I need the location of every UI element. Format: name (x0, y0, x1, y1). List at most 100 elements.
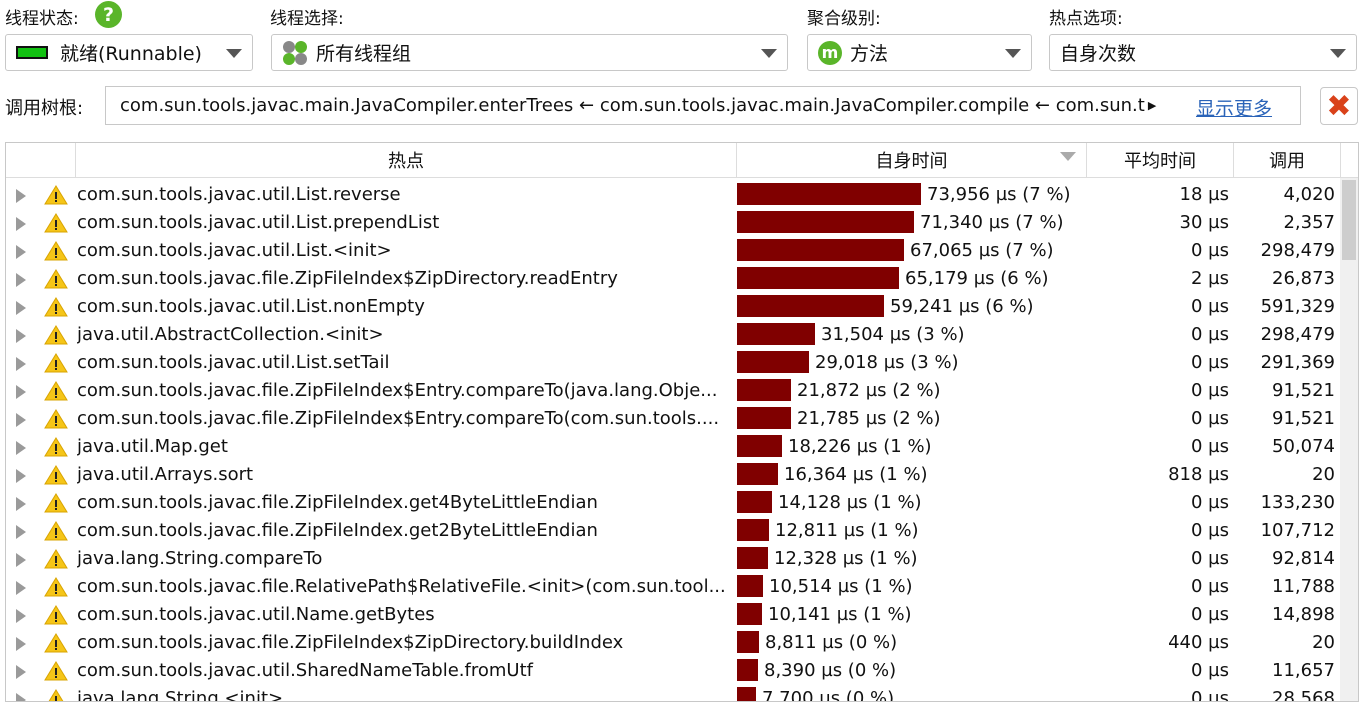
expand-icon[interactable] (16, 469, 26, 483)
table-row[interactable]: java.util.Arrays.sort 16,364 µs (1 %) 81… (6, 461, 1341, 489)
scrollbar-thumb[interactable] (1342, 180, 1356, 260)
table-row[interactable]: java.util.Map.get 18,226 µs (1 %) 0 µs 5… (6, 433, 1341, 461)
column-header-calls[interactable]: 调用 (1234, 143, 1341, 178)
avg-time-value: 0 µs (1190, 352, 1229, 373)
expand-icon[interactable] (16, 357, 26, 371)
table-row[interactable]: com.sun.tools.javac.file.ZipFileIndex$Zi… (6, 265, 1341, 293)
table-row[interactable]: com.sun.tools.javac.util.List.reverse 73… (6, 181, 1341, 209)
table-row[interactable]: com.sun.tools.javac.file.ZipFileIndex$Zi… (6, 629, 1341, 657)
header-corner (1341, 143, 1358, 178)
expand-icon[interactable] (16, 665, 26, 679)
self-time-bar (737, 183, 921, 205)
column-header-avg-time[interactable]: 平均时间 (1087, 143, 1234, 178)
chevron-down-icon (761, 49, 777, 58)
avg-time-value: 30 µs (1179, 212, 1229, 233)
expand-icon[interactable] (16, 301, 26, 315)
table-row[interactable]: com.sun.tools.javac.file.ZipFileIndex.ge… (6, 489, 1341, 517)
expand-column-header (6, 143, 76, 178)
table-row[interactable]: com.sun.tools.javac.file.ZipFileIndex$En… (6, 377, 1341, 405)
self-time-value: 73,956 µs (7 %) (927, 184, 1071, 205)
expand-icon[interactable] (16, 497, 26, 511)
self-time-value: 31,504 µs (3 %) (821, 324, 965, 345)
call-tree-root-value: com.sun.tools.javac.main.JavaCompiler.en… (120, 95, 1145, 116)
table-row[interactable]: com.sun.tools.javac.file.RelativePath$Re… (6, 573, 1341, 601)
calls-value: 14,898 (1272, 604, 1335, 625)
avg-time-value: 0 µs (1190, 240, 1229, 261)
help-icon[interactable]: ? (95, 1, 122, 28)
column-header-hotspot[interactable]: 热点 (76, 143, 737, 178)
table-row[interactable]: com.sun.tools.javac.util.Name.getBytes 1… (6, 601, 1341, 629)
expand-icon[interactable] (16, 693, 26, 701)
thread-state-select[interactable]: 就绪(Runnable) (5, 34, 253, 71)
table-row[interactable]: java.lang.String.compareTo 12,328 µs (1 … (6, 545, 1341, 573)
expand-icon[interactable] (16, 217, 26, 231)
expand-icon[interactable] (16, 413, 26, 427)
self-time-bar (737, 603, 762, 625)
warning-icon (44, 549, 68, 569)
calls-value: 20 (1312, 464, 1335, 485)
method-name: com.sun.tools.javac.util.List.<init> (77, 240, 392, 261)
table-row[interactable]: com.sun.tools.javac.util.List.prependLis… (6, 209, 1341, 237)
vertical-scrollbar[interactable] (1340, 178, 1358, 701)
expand-icon[interactable] (16, 609, 26, 623)
close-icon: ✖ (1326, 88, 1352, 124)
table-row[interactable]: com.sun.tools.javac.file.ZipFileIndex$En… (6, 405, 1341, 433)
self-time-header-label: 自身时间 (875, 151, 948, 172)
self-time-bar (737, 323, 815, 345)
self-time-value: 59,241 µs (6 %) (890, 296, 1034, 317)
self-time-value: 8,811 µs (0 %) (765, 632, 898, 653)
expand-icon[interactable] (16, 553, 26, 567)
table-row[interactable]: java.util.AbstractCollection.<init> 31,5… (6, 321, 1341, 349)
method-name: com.sun.tools.javac.file.ZipFileIndex.ge… (77, 520, 598, 541)
column-header-self-time[interactable]: 自身时间 (737, 143, 1087, 178)
calls-value: 91,521 (1272, 380, 1335, 401)
warning-icon (44, 353, 68, 373)
table-row[interactable]: java.lang.String.<init> 7,700 µs (0 %) 0… (6, 685, 1341, 701)
avg-time-value: 2 µs (1190, 268, 1229, 289)
self-time-bar (737, 267, 899, 289)
thread-select[interactable]: 所有线程组 (271, 34, 788, 71)
aggregation-select[interactable]: m 方法 (807, 34, 1032, 71)
remove-root-button[interactable]: ✖ (1320, 87, 1358, 125)
warning-icon (44, 633, 68, 653)
warning-icon (44, 521, 68, 541)
expand-icon[interactable] (16, 329, 26, 343)
aggregation-label: 聚合级别: (807, 9, 881, 29)
thread-select-value: 所有线程组 (316, 43, 412, 65)
table-row[interactable]: com.sun.tools.javac.file.ZipFileIndex.ge… (6, 517, 1341, 545)
expand-icon[interactable] (16, 441, 26, 455)
chevron-down-icon (1005, 49, 1021, 58)
calls-value: 298,479 (1260, 240, 1335, 261)
show-more-link[interactable]: 显示更多 (1196, 94, 1272, 121)
self-time-bar (737, 211, 914, 233)
expand-icon[interactable] (16, 273, 26, 287)
table-row[interactable]: com.sun.tools.javac.util.List.<init> 67,… (6, 237, 1341, 265)
expand-icon[interactable] (16, 525, 26, 539)
hotspot-option-select[interactable]: 自身次数 (1049, 34, 1357, 71)
call-tree-root-label: 调用树根: (5, 98, 84, 119)
table-row[interactable]: com.sun.tools.javac.util.List.nonEmpty 5… (6, 293, 1341, 321)
table-row[interactable]: com.sun.tools.javac.util.List.setTail 29… (6, 349, 1341, 377)
expand-icon[interactable] (16, 581, 26, 595)
chevron-down-icon (1330, 49, 1346, 58)
expand-icon[interactable] (16, 189, 26, 203)
method-name: com.sun.tools.javac.file.RelativePath$Re… (77, 576, 726, 597)
table-row[interactable]: com.sun.tools.javac.util.SharedNameTable… (6, 657, 1341, 685)
thread-select-label: 线程选择: (270, 9, 344, 29)
calls-value: 20 (1312, 632, 1335, 653)
expand-icon[interactable] (16, 637, 26, 651)
expand-icon[interactable] (16, 245, 26, 259)
expand-icon[interactable] (16, 385, 26, 399)
self-time-bar (737, 631, 759, 653)
thread-state-label: 线程状态: (5, 9, 79, 29)
avg-time-value: 818 µs (1168, 464, 1229, 485)
self-time-bar (737, 379, 791, 401)
self-time-bar (737, 659, 758, 681)
chevron-down-icon (226, 49, 242, 58)
warning-icon (48, 689, 64, 701)
method-name: com.sun.tools.javac.file.ZipFileIndex$En… (77, 380, 718, 401)
self-time-bar (737, 407, 791, 429)
warning-icon (44, 465, 68, 485)
avg-time-value: 0 µs (1190, 548, 1229, 569)
warning-icon (44, 269, 68, 289)
